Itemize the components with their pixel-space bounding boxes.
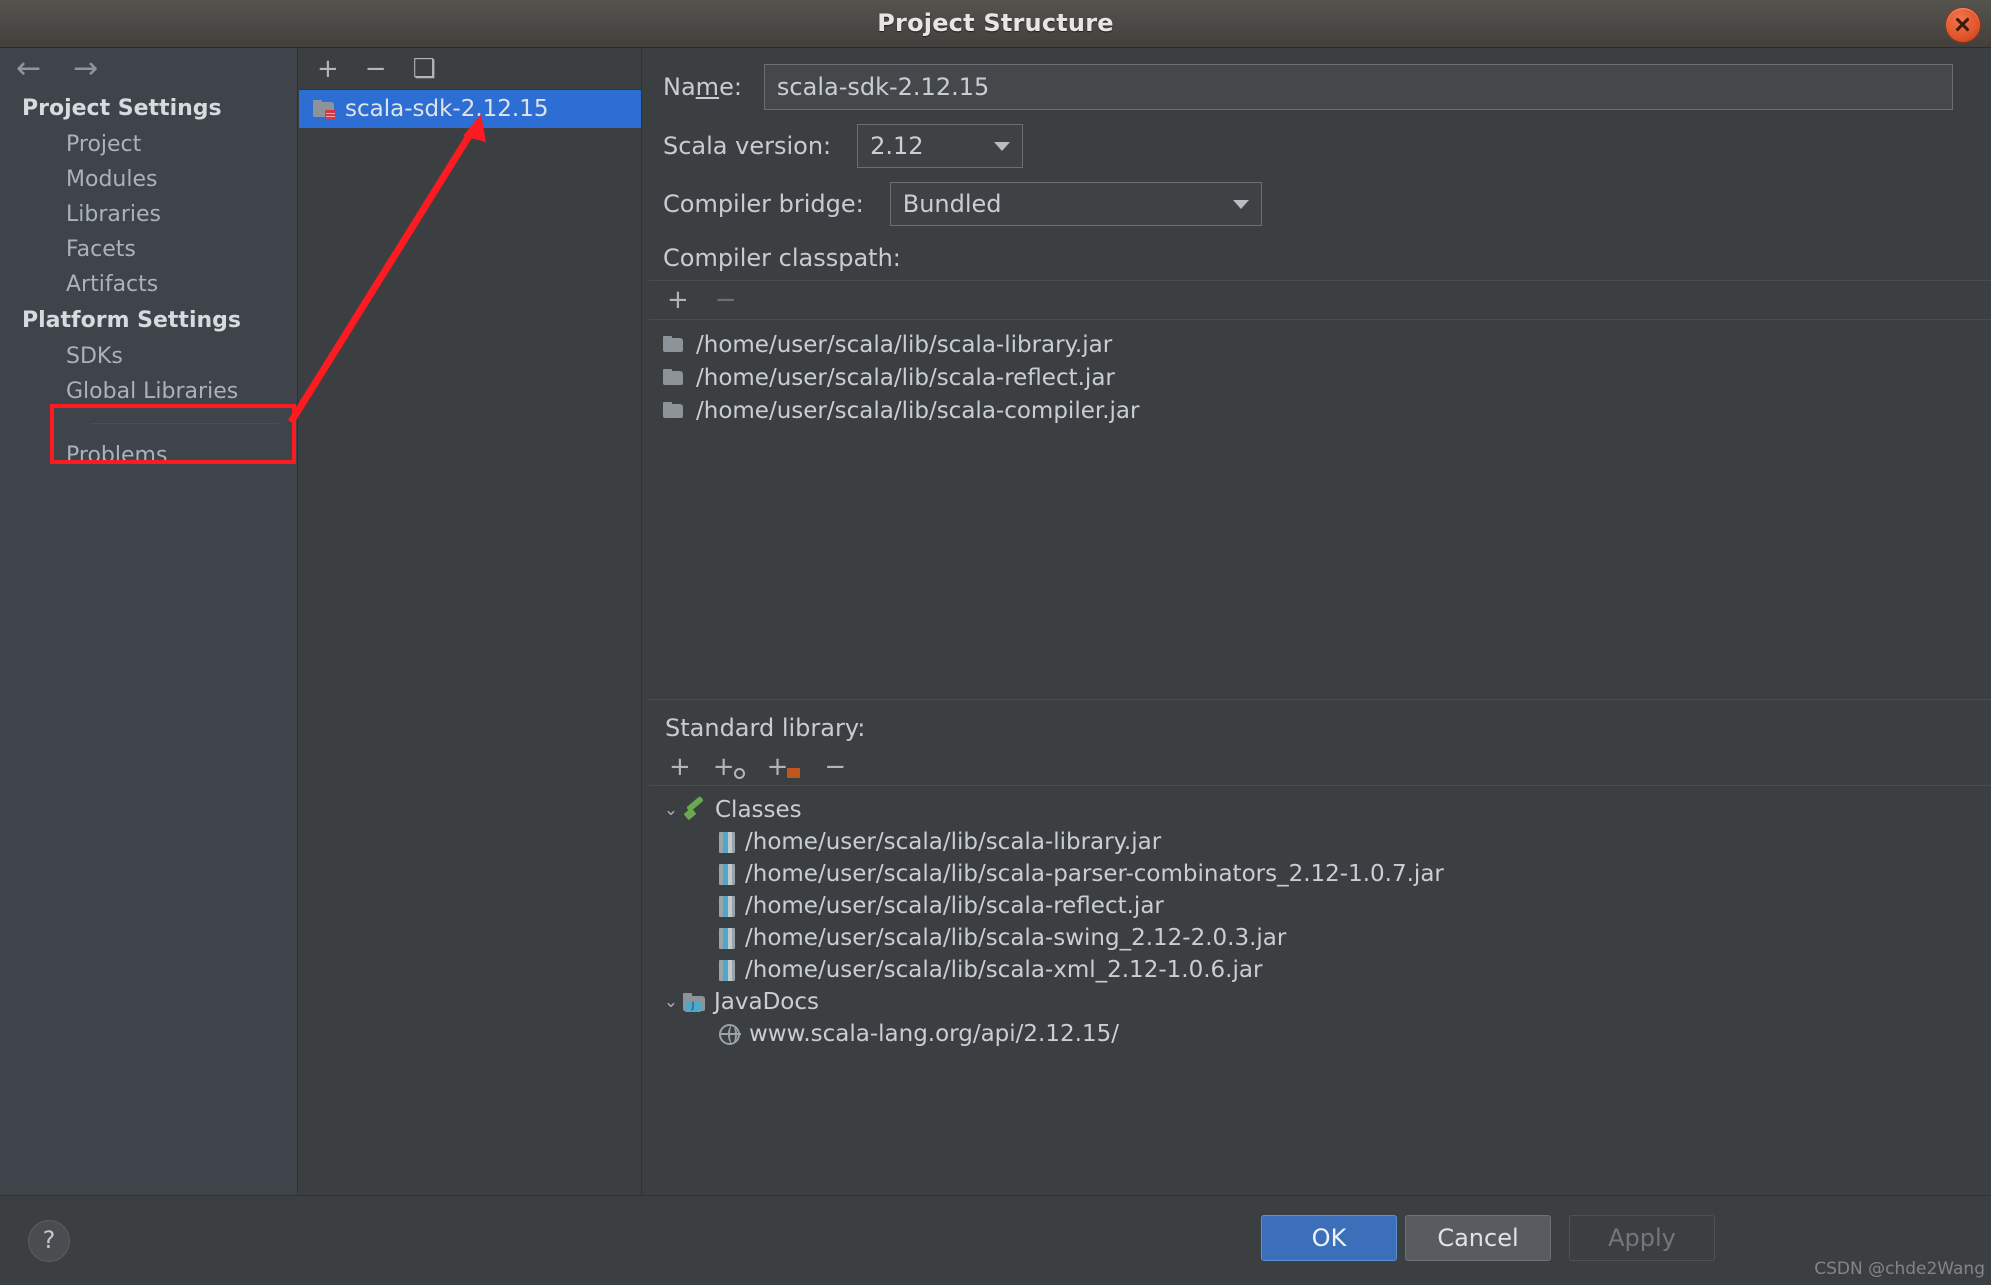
- watermark: CSDN @chde2Wang: [1814, 1259, 1985, 1279]
- name-row: Name: scala-sdk-2.12.15: [643, 48, 1991, 110]
- folder-icon: [663, 402, 684, 419]
- dialog-body: ← → Project Settings Project Modules Lib…: [0, 48, 1991, 1196]
- sidebar-group-platform-settings: Platform Settings: [22, 308, 241, 333]
- library-list-panel: + − ❏ scala-sdk-2.12.15: [299, 48, 642, 1196]
- folder-icon: [663, 336, 684, 353]
- classpath-item[interactable]: /home/user/scala/lib/scala-reflect.jar: [663, 361, 1991, 394]
- classpath-item-label: /home/user/scala/lib/scala-library.jar: [696, 331, 1113, 358]
- classpath-item[interactable]: /home/user/scala/lib/scala-compiler.jar: [663, 394, 1991, 427]
- apply-button: Apply: [1569, 1215, 1715, 1261]
- sidebar-group-project-settings: Project Settings: [22, 96, 222, 121]
- help-button[interactable]: ?: [28, 1220, 70, 1262]
- sidebar-item-modules[interactable]: Modules: [0, 162, 297, 197]
- classpath-item-label: /home/user/scala/lib/scala-compiler.jar: [696, 397, 1140, 424]
- tree-leaf-label: /home/user/scala/lib/scala-parser-combin…: [745, 861, 1444, 887]
- tree-leaf[interactable]: /home/user/scala/lib/scala-parser-combin…: [659, 858, 1991, 890]
- tree-node-classes[interactable]: ⌄ Classes: [659, 794, 1991, 826]
- classes-icon: [683, 799, 707, 821]
- classpath-item-label: /home/user/scala/lib/scala-reflect.jar: [696, 364, 1115, 391]
- tree-node-label: Classes: [715, 797, 802, 823]
- folder-icon: [663, 369, 684, 386]
- scala-version-label: Scala version:: [663, 132, 832, 160]
- tree-leaf[interactable]: /home/user/scala/lib/scala-reflect.jar: [659, 890, 1991, 922]
- classpath-toolbar: + −: [649, 280, 1991, 320]
- scala-version-row: Scala version: 2.12: [643, 110, 1991, 168]
- remove-entry-button[interactable]: −: [824, 754, 846, 780]
- name-label: Name:: [663, 73, 742, 101]
- sidebar-item-artifacts[interactable]: Artifacts: [0, 267, 297, 302]
- window-title: Project Structure: [877, 9, 1114, 37]
- sidebar-nav-arrows: ← →: [0, 48, 297, 90]
- jar-icon: [719, 831, 735, 853]
- remove-classpath-button[interactable]: −: [715, 287, 737, 313]
- chevron-down-icon[interactable]: ⌄: [659, 992, 683, 1012]
- compiler-bridge-label: Compiler bridge:: [663, 190, 864, 218]
- tree-leaf[interactable]: /home/user/scala/lib/scala-xml_2.12-1.0.…: [659, 954, 1991, 986]
- compiler-bridge-row: Compiler bridge: Bundled: [643, 168, 1991, 226]
- list-item-label: scala-sdk-2.12.15: [345, 96, 549, 122]
- add-directory-button[interactable]: +: [767, 754, 801, 780]
- remove-library-button[interactable]: −: [365, 56, 387, 82]
- close-icon[interactable]: [1945, 7, 1981, 43]
- sdk-detail-panel: Name: scala-sdk-2.12.15 Scala version: 2…: [643, 48, 1991, 1196]
- tree-leaf[interactable]: /home/user/scala/lib/scala-swing_2.12-2.…: [659, 922, 1991, 954]
- scala-version-value: 2.12: [870, 132, 924, 160]
- javadoc-folder-icon: J: [683, 992, 706, 1012]
- dialog-footer: ? OK Cancel Apply CSDN @chde2Wang: [0, 1195, 1991, 1285]
- title-bar: Project Structure: [0, 0, 1991, 48]
- sidebar-item-project[interactable]: Project: [0, 127, 297, 162]
- standard-library-toolbar: + + + −: [649, 748, 1991, 786]
- sidebar-item-facets[interactable]: Facets: [0, 232, 297, 267]
- tree-leaf-label: /home/user/scala/lib/scala-reflect.jar: [745, 893, 1164, 919]
- sidebar-item-global-libraries[interactable]: Global Libraries: [0, 374, 297, 409]
- chevron-down-icon: [1232, 199, 1249, 209]
- name-input[interactable]: scala-sdk-2.12.15: [763, 64, 1953, 110]
- compiler-bridge-select[interactable]: Bundled: [889, 182, 1262, 226]
- sidebar-item-libraries[interactable]: Libraries: [0, 197, 297, 232]
- scala-version-select[interactable]: 2.12: [857, 124, 1024, 168]
- sidebar-item-problems[interactable]: Problems: [0, 438, 297, 473]
- copy-library-button[interactable]: ❏: [413, 56, 436, 82]
- back-arrow-icon[interactable]: ←: [16, 54, 41, 84]
- add-file-button[interactable]: +: [669, 754, 691, 780]
- classpath-item[interactable]: /home/user/scala/lib/scala-library.jar: [663, 328, 1991, 361]
- globe-badge-icon: [733, 767, 745, 779]
- globe-icon: [719, 1023, 741, 1045]
- tree-leaf-label: /home/user/scala/lib/scala-library.jar: [745, 829, 1162, 855]
- tree-leaf[interactable]: /home/user/scala/lib/scala-library.jar: [659, 826, 1991, 858]
- chevron-down-icon[interactable]: ⌄: [659, 800, 683, 820]
- compiler-bridge-value: Bundled: [902, 190, 1002, 218]
- standard-library-label: Standard library:: [665, 714, 866, 742]
- sidebar-item-sdks[interactable]: SDKs: [0, 339, 297, 374]
- library-list-toolbar: + − ❏: [299, 48, 641, 90]
- classpath-list: /home/user/scala/lib/scala-library.jar /…: [649, 320, 1991, 700]
- sdk-folder-icon: [313, 100, 336, 120]
- add-library-button[interactable]: +: [317, 56, 339, 82]
- jar-icon: [719, 959, 735, 981]
- sidebar-divider: [90, 423, 279, 424]
- ok-button[interactable]: OK: [1261, 1215, 1397, 1261]
- tree-leaf-label: /home/user/scala/lib/scala-xml_2.12-1.0.…: [745, 957, 1263, 983]
- settings-sidebar: ← → Project Settings Project Modules Lib…: [0, 48, 298, 1196]
- chevron-down-icon: [994, 141, 1011, 151]
- tree-node-label: JavaDocs: [714, 989, 819, 1015]
- forward-arrow-icon[interactable]: →: [73, 54, 98, 84]
- jar-icon: [719, 863, 735, 885]
- add-classpath-button[interactable]: +: [667, 287, 689, 313]
- add-url-button[interactable]: +: [713, 754, 745, 780]
- name-input-value: scala-sdk-2.12.15: [776, 73, 990, 101]
- tree-leaf-label: www.scala-lang.org/api/2.12.15/: [749, 1021, 1119, 1047]
- tree-leaf[interactable]: www.scala-lang.org/api/2.12.15/: [659, 1018, 1991, 1050]
- tree-leaf-label: /home/user/scala/lib/scala-swing_2.12-2.…: [745, 925, 1287, 951]
- jar-icon: [719, 895, 735, 917]
- tree-node-javadocs[interactable]: ⌄ J JavaDocs: [659, 986, 1991, 1018]
- list-item[interactable]: scala-sdk-2.12.15: [299, 90, 641, 128]
- standard-library-tree: ⌄ Classes /home/user/scala/lib/scala-lib…: [643, 786, 1991, 1050]
- project-structure-dialog: Project Structure ← → Project Settings P…: [0, 0, 1991, 1285]
- compiler-classpath-label: Compiler classpath:: [663, 244, 901, 272]
- jar-icon: [719, 927, 735, 949]
- cancel-button[interactable]: Cancel: [1405, 1215, 1551, 1261]
- folder-badge-icon: [787, 767, 801, 778]
